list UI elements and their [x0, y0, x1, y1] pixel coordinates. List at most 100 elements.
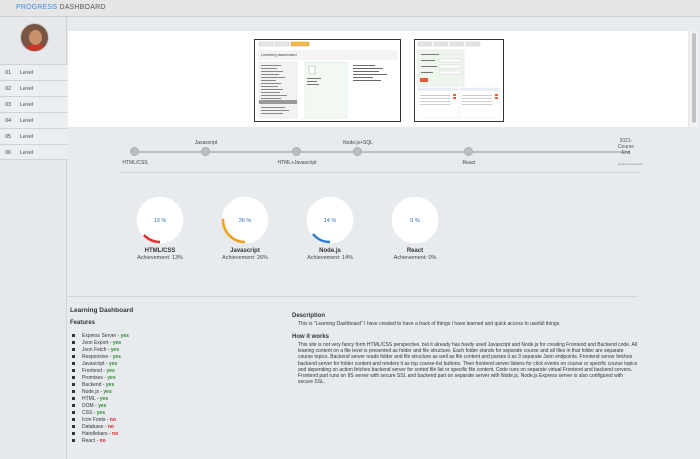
feature-status: yes [108, 361, 118, 367]
feature-name: Handlebars - [82, 431, 113, 437]
feature-status: yes [106, 368, 115, 374]
timeline-label-react: React [462, 160, 476, 166]
dashboard-title: Learning Dashboard [70, 307, 134, 314]
feature-status: yes [99, 396, 109, 402]
gauge-javascript: 26 % Javascript Achievement: 26% [205, 195, 285, 261]
timeline-node-html-css [130, 147, 139, 156]
gauge-percent: 0 % [410, 218, 420, 224]
timeline-node-react [464, 147, 473, 156]
how-it-works-text: This site is not very fancy form HTML/CS… [298, 342, 638, 386]
feature-item: Icon Fonts - no [72, 417, 129, 424]
sidebar-item-level-05[interactable]: 05 Level [0, 128, 67, 144]
bullet-icon [72, 383, 75, 387]
sidebar-item-level-04[interactable]: 04 Level [0, 112, 67, 128]
gauge-achievement: Achievement: 26% [222, 255, 268, 261]
bullet-icon [72, 362, 75, 366]
feature-name: Json Fetch - [82, 347, 111, 353]
feature-status: yes [107, 375, 116, 381]
gauge-ring: 0 % [391, 196, 439, 244]
bullet-icon [72, 425, 75, 429]
bullet-icon [72, 397, 75, 401]
feature-name: DOM - [82, 403, 99, 409]
bullet-icon [72, 348, 75, 352]
preview-scrollbar[interactable] [690, 31, 698, 127]
gauge-title: Javascript [230, 248, 260, 254]
features-list: Express Server - yes Json Export - yes Jso… [72, 333, 129, 445]
feature-status: yes [98, 403, 107, 409]
features-title: Features [70, 320, 96, 326]
sidebar-item-level-03[interactable]: 03 Level [0, 96, 67, 112]
feature-status: yes [112, 340, 122, 346]
gauge-node-js: 14 % Node.js Achievement: 14% [290, 195, 370, 261]
timeline-end-label: 2021-Course End [617, 138, 635, 156]
bullet-icon [72, 390, 75, 394]
divider [120, 172, 640, 173]
divider [68, 296, 638, 297]
timeline-label-html-css: HTML/CSS [122, 160, 148, 166]
how-it-works-title: How it works [292, 334, 330, 340]
bullet-icon [72, 355, 75, 359]
timeline-end-note: Course end period [618, 162, 643, 166]
top-bar: PROGRESS DASHBOARD [0, 0, 700, 17]
app-title: PROGRESS DASHBOARD [16, 4, 106, 11]
feature-name: Backend - [82, 382, 106, 388]
thumbnail-2-image [417, 41, 501, 119]
gauge-react: 0 % React Achievement: 0% [375, 195, 455, 261]
feature-status: yes [110, 347, 120, 353]
timeline-node-javascript [201, 147, 210, 156]
timeline-label-nodejs-sql: Node.js+SQL [343, 140, 373, 146]
gauge-ring: 14 % [306, 196, 354, 244]
feature-item: DOM - yes [72, 403, 129, 410]
feature-item: Responsive - yes [72, 354, 129, 361]
feature-status: yes [112, 354, 121, 360]
feature-status: no [112, 431, 119, 437]
gauge-percent: 14 % [324, 218, 337, 224]
feature-name: Json Export - [82, 340, 113, 346]
feature-name: Responsive - [82, 354, 113, 360]
feature-item: Promises - yes [72, 375, 129, 382]
gauge-title: React [406, 248, 424, 254]
feature-name: HTML - [82, 396, 100, 402]
gauge-achievement: Achievement: 13% [137, 255, 183, 261]
feature-status: yes [120, 333, 129, 339]
sidebar-item-level-06[interactable]: 06 Level [0, 144, 67, 160]
bullet-icon [72, 418, 75, 422]
feature-name: Express Server - [82, 333, 121, 339]
feature-status: yes [96, 410, 106, 416]
feature-status: yes [103, 389, 112, 395]
feature-item: Node.js - yes [72, 389, 129, 396]
description-title: Description [292, 313, 326, 319]
sidebar-item-level-02[interactable]: 02 Level [0, 80, 67, 96]
timeline-label-html-javascript: HTML+Javascript [277, 160, 317, 166]
feature-item: React - no [72, 438, 129, 445]
screenshot-thumbnail-admin[interactable] [414, 39, 504, 122]
feature-status: no [107, 424, 114, 430]
feature-item: Handlebars - no [72, 431, 129, 438]
feature-name: Frontend - [82, 368, 107, 374]
feature-status: no [99, 438, 106, 444]
gauge-achievement: Achievement: 0% [393, 255, 437, 261]
bullet-icon [72, 334, 75, 338]
description-text: This is "Learning Dashboard" I have crea… [298, 321, 561, 327]
thumbnail-1-image: Learning dashboard [258, 41, 398, 119]
feature-name: Javascript - [82, 361, 109, 367]
feature-name: Icon Fonts - [82, 417, 110, 423]
gauge-title: Node.js [319, 248, 341, 254]
feature-item: Backend - yes [72, 382, 129, 389]
sidebar-item-level-01[interactable]: 01 Level [0, 64, 67, 80]
bullet-icon [72, 439, 75, 443]
gauge-ring: 26 % [221, 196, 269, 244]
bullet-icon [72, 369, 75, 373]
feature-status: no [109, 417, 116, 423]
gauge-achievement: Achievement: 14% [307, 255, 353, 261]
gauge-title: HTML/CSS [144, 248, 176, 254]
timeline-node-html-javascript [292, 147, 301, 156]
feature-name: React - [82, 438, 100, 444]
level-list: 01 Level 02 Level 03 Level 04 Level 05 Level … [0, 64, 67, 160]
feature-item: Javascript - yes [72, 361, 129, 368]
feature-item: HTML - yes [72, 396, 129, 403]
feature-item: Json Fetch - yes [72, 347, 129, 354]
scrollbar-thumb[interactable] [692, 33, 696, 123]
feature-item: Express Server - yes [72, 333, 129, 340]
screenshot-thumbnail-learning-dashboard[interactable]: Learning dashboard [254, 39, 401, 122]
